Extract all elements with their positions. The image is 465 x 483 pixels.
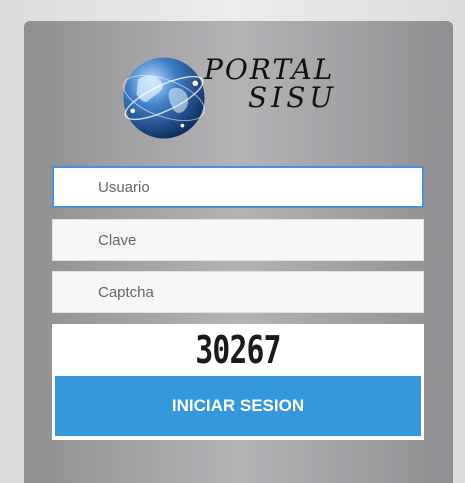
- login-button[interactable]: INICIAR SESION: [55, 376, 421, 436]
- captcha-input[interactable]: [52, 271, 424, 313]
- password-input[interactable]: [52, 219, 424, 261]
- username-input[interactable]: [52, 166, 424, 208]
- portal-logo: PORTAL SISU: [118, 50, 348, 155]
- logo-text-portal: PORTAL: [204, 53, 335, 86]
- login-page: PORTAL SISU 30267 INICIAR SESION: [0, 0, 465, 483]
- globe-icon: [123, 57, 205, 139]
- logo-text-sisu: SISU: [248, 81, 338, 114]
- captcha-code: 30267: [195, 328, 281, 372]
